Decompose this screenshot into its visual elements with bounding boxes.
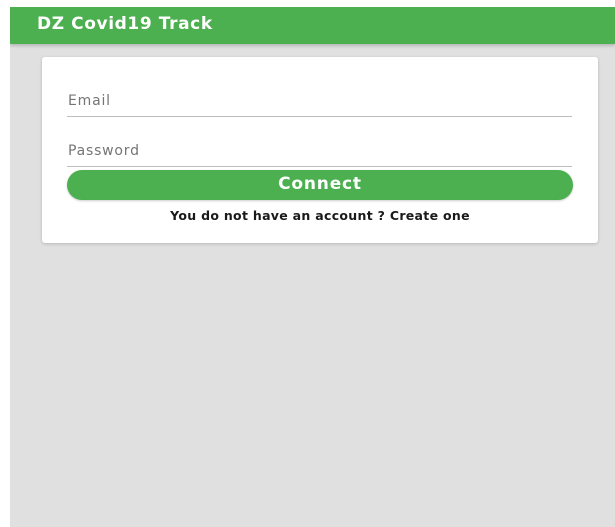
signup-prompt-line: You do not have an account ? Create one	[42, 208, 598, 223]
password-field-container	[67, 136, 574, 167]
connect-button[interactable]: Connect	[67, 170, 573, 200]
login-card: Connect You do not have an account ? Cre…	[42, 57, 598, 243]
email-field-container	[67, 86, 574, 117]
email-input[interactable]	[67, 86, 574, 116]
app-screen: DZ Covid19 Track Connect You do not have…	[10, 7, 615, 527]
signup-prompt-text: You do not have an account ?	[170, 208, 386, 223]
password-input[interactable]	[67, 136, 574, 166]
create-account-link[interactable]: Create one	[390, 208, 470, 223]
app-bar: DZ Covid19 Track	[10, 7, 615, 44]
app-title: DZ Covid19 Track	[37, 14, 213, 34]
